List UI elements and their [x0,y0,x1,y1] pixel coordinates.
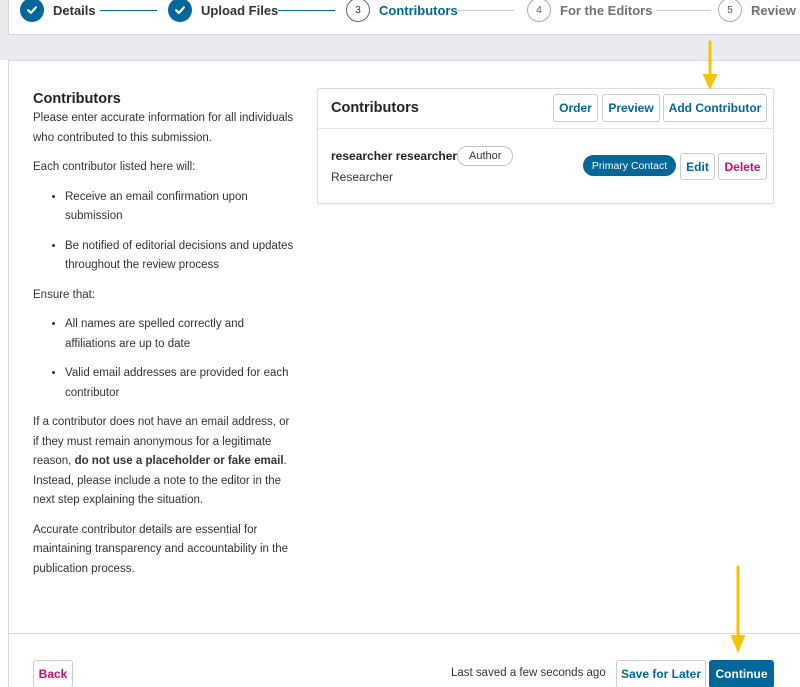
save-for-later-button[interactable]: Save for Later [616,660,706,687]
contributor-name: researcher researcher [331,149,458,163]
contributors-help: Contributors Please enter accurate infor… [33,89,295,589]
help-warning: If a contributor does not have an email … [33,413,295,511]
stepper: Details Upload Files 3 Contributors 4 Fo… [8,0,800,35]
step-for-the-editors[interactable]: 4 For the Editors [527,0,652,22]
warning-emphasis: do not use a placeholder or fake email [74,455,284,467]
help-each-list: Receive an email confirmation upon submi… [65,188,295,276]
step-connector [457,10,514,11]
step-label: Review [751,2,796,18]
continue-button[interactable]: Continue [709,660,774,687]
edit-button[interactable]: Edit [680,153,715,180]
help-title: Contributors [33,91,121,107]
step-number: 3 [346,0,370,22]
help-closing: Accurate contributor details are essenti… [33,523,289,575]
delete-button[interactable]: Delete [718,153,767,180]
last-saved-status: Last saved a few seconds ago [451,667,606,679]
step-connector [278,10,335,11]
step-label: Contributors [379,2,458,18]
step-label: Details [53,2,96,18]
panel-title: Contributors [331,100,419,116]
check-icon [168,0,192,22]
help-intro: Please enter accurate information for al… [33,112,294,144]
step-details[interactable]: Details [20,0,96,22]
step-connector [656,10,711,11]
panel-header: Contributors Order Preview Add Contribut… [318,89,773,129]
step-contributors[interactable]: 3 Contributors [346,0,458,22]
list-item: Valid email addresses are provided for e… [65,364,295,403]
arrow-down-icon [702,40,718,90]
footer-divider [8,633,800,634]
help-each-label: Each contributor listed here will: [33,161,196,173]
help-ensure-list: All names are spelled correctly and affi… [65,315,295,403]
stepper-background: Details Upload Files 3 Contributors 4 Fo… [0,0,800,60]
step-upload-files[interactable]: Upload Files [168,0,278,22]
add-contributor-button[interactable]: Add Contributor [663,94,767,122]
step-connector [100,10,157,11]
back-button[interactable]: Back [33,660,73,687]
role-badge: Author [457,146,514,166]
order-button[interactable]: Order [553,94,598,122]
step-review[interactable]: 5 Review [718,0,796,22]
step-number: 5 [718,0,742,22]
contributors-panel: Contributors Order Preview Add Contribut… [317,88,774,204]
list-item: All names are spelled correctly and affi… [65,315,295,354]
primary-contact-badge: Primary Contact [583,155,676,176]
list-item: Receive an email confirmation upon submi… [65,188,295,227]
check-icon [20,0,44,22]
list-item: Be notified of editorial decisions and u… [65,237,295,276]
step-label: For the Editors [560,2,653,18]
arrow-down-icon [730,565,746,653]
contributor-affiliation: Researcher [331,170,394,184]
step-label: Upload Files [201,2,279,18]
help-ensure-label: Ensure that: [33,288,96,301]
preview-button[interactable]: Preview [602,94,660,122]
step-number: 4 [527,0,551,22]
